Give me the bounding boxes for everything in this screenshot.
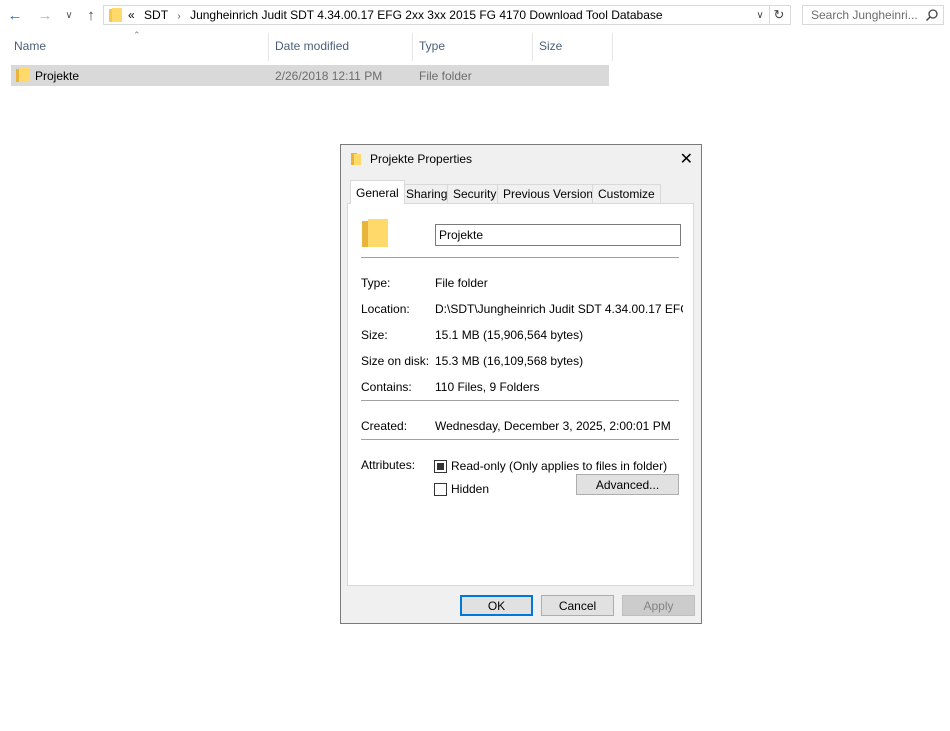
column-header-size[interactable]: Size: [539, 39, 562, 53]
folder-icon: [109, 8, 122, 22]
column-divider[interactable]: [532, 33, 533, 61]
hidden-checkbox[interactable]: [434, 483, 447, 496]
column-divider[interactable]: [268, 33, 269, 61]
forward-arrow-icon[interactable]: →: [34, 4, 56, 26]
breadcrumb-item-sdt[interactable]: SDT: [144, 8, 168, 22]
general-tab-panel: Projekte Type: File folder Location: D:\…: [347, 203, 694, 586]
address-bar[interactable]: « SDT › Jungheinrich Judit SDT 4.34.00.1…: [103, 5, 791, 25]
type-label: Type:: [361, 276, 391, 290]
breadcrumb: « SDT › Jungheinrich Judit SDT 4.34.00.1…: [128, 8, 669, 22]
divider: [361, 400, 679, 401]
close-icon[interactable]: ✕: [680, 149, 693, 169]
recent-locations-chevron-icon[interactable]: ∨: [60, 4, 78, 26]
column-header-name[interactable]: Name: [14, 39, 46, 53]
size-value: 15.1 MB (15,906,564 bytes): [435, 328, 584, 342]
apply-button[interactable]: Apply: [622, 595, 695, 616]
search-placeholder: Search Jungheinri...: [811, 8, 918, 22]
column-divider[interactable]: [612, 33, 613, 61]
column-divider[interactable]: [412, 33, 413, 61]
tab-security[interactable]: Security: [447, 184, 503, 203]
type-value: File folder: [435, 276, 488, 290]
folder-icon: [16, 68, 30, 82]
tab-previous-versions[interactable]: Previous Versions: [497, 184, 606, 203]
ok-button[interactable]: OK: [460, 595, 533, 616]
back-arrow-icon[interactable]: ←: [4, 4, 26, 26]
search-input[interactable]: Search Jungheinri...: [802, 5, 944, 25]
folder-icon: [362, 219, 388, 247]
size-on-disk-value: 15.3 MB (16,109,568 bytes): [435, 354, 584, 368]
divider: [361, 439, 679, 440]
divider: [361, 257, 679, 258]
dialog-title: Projekte Properties: [370, 152, 473, 166]
tab-sharing[interactable]: Sharing: [400, 184, 454, 203]
table-row[interactable]: Projekte 2/26/2018 12:11 PM File folder: [11, 65, 609, 86]
column-header-type[interactable]: Type: [419, 39, 445, 53]
sort-ascending-icon: ⌃: [133, 30, 141, 40]
up-arrow-icon[interactable]: ↑: [80, 4, 102, 26]
location-value: D:\SDT\Jungheinrich Judit SDT 4.34.00.17…: [435, 302, 683, 316]
row-date: 2/26/2018 12:11 PM: [275, 69, 383, 83]
breadcrumb-separator-icon[interactable]: ›: [177, 11, 180, 22]
folder-icon: [351, 153, 361, 165]
readonly-checkbox[interactable]: [434, 460, 447, 473]
size-label: Size:: [361, 328, 388, 342]
tab-general[interactable]: General: [350, 180, 405, 204]
created-label: Created:: [361, 419, 408, 433]
cancel-button[interactable]: Cancel: [541, 595, 614, 616]
location-label: Location:: [361, 302, 410, 316]
contains-value: 110 Files, 9 Folders: [435, 380, 540, 394]
attributes-label: Attributes:: [361, 458, 416, 472]
contains-label: Contains:: [361, 380, 412, 394]
readonly-label[interactable]: Read-only (Only applies to files in fold…: [451, 459, 667, 473]
breadcrumb-item-database[interactable]: Jungheinrich Judit SDT 4.34.00.17 EFG 2x…: [190, 8, 663, 22]
refresh-icon[interactable]: ↻: [769, 6, 788, 24]
breadcrumb-overflow[interactable]: «: [128, 8, 135, 22]
advanced-button[interactable]: Advanced...: [576, 474, 679, 495]
row-type: File folder: [419, 69, 472, 83]
properties-dialog: Projekte Properties ✕ General Sharing Se…: [340, 144, 702, 624]
address-dropdown-icon[interactable]: ∨: [752, 6, 768, 24]
created-value: Wednesday, December 3, 2025, 2:00:01 PM: [435, 419, 671, 433]
folder-name-input[interactable]: Projekte: [435, 224, 681, 246]
column-header-date[interactable]: Date modified: [275, 39, 349, 53]
size-on-disk-label: Size on disk:: [361, 354, 430, 368]
search-icon[interactable]: [925, 8, 939, 22]
row-name: Projekte: [35, 69, 80, 83]
hidden-label[interactable]: Hidden: [451, 482, 489, 496]
tab-customize[interactable]: Customize: [592, 184, 661, 203]
